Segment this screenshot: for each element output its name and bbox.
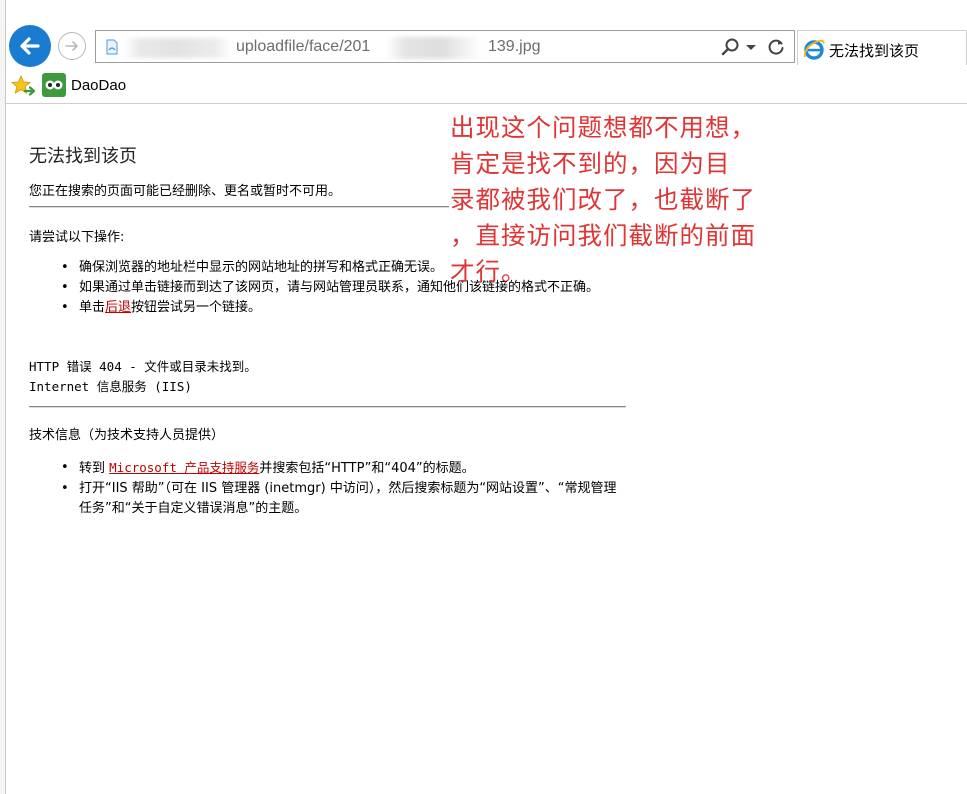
back-button[interactable] [9,25,51,67]
suggestion-prefix: 单击 [79,300,106,315]
daodao-owl-icon[interactable] [42,73,66,97]
redacted-url-segment [124,38,232,58]
divider [29,206,449,208]
browser-chrome: uploadfile/face/201 139.jpg 无法找到该页 DaoDa… [6,0,967,104]
arrow-right-icon [65,41,78,51]
owl-eyes-icon [45,80,63,90]
refresh-icon[interactable] [766,37,786,57]
annotation-line: 肯定是找不到的，因为目 [450,149,731,178]
red-annotation-text: 出现这个问题想都不用想， 肯定是找不到的，因为目 录都被我们改了，也截断了 ，直… [450,110,810,290]
url-text: uploadfile/face/201 [236,38,371,55]
server-line: Internet 信息服务 (IIS) [29,379,192,394]
http-error-line: HTTP 错误 404 - 文件或目录未找到。 [29,359,257,374]
bullet-icon: • [61,460,69,475]
annotation-line: 录都被我们改了，也截断了 [450,185,756,214]
suggestion-text: 确保浏览器的地址栏中显示的网站地址的拼写和格式正确无误。 [79,260,444,275]
bullet-icon: • [61,300,69,315]
annotation-line: ，直接访问我们截断的前面 [450,221,756,250]
microsoft-support-link[interactable]: Microsoft 产品支持服务 [109,460,259,475]
chevron-down-icon[interactable] [744,40,758,54]
browser-tab[interactable]: 无法找到该页 [797,30,967,65]
tech-suffix: 并搜索包括“HTTP”和“404”的标题。 [259,461,475,476]
url-text-end: 139.jpg [488,38,541,55]
background-window-edge [0,0,6,794]
divider [29,406,626,408]
bullet-icon: • [61,481,69,496]
redacted-url-segment [386,37,481,59]
internet-explorer-icon [804,39,825,60]
page-favicon-icon [106,39,118,55]
favorites-star-icon[interactable] [10,73,36,99]
bullet-icon: • [61,280,69,295]
tech-prefix: 转到 [79,461,110,476]
favorite-link-daodao[interactable]: DaoDao [71,77,126,94]
arrow-left-icon [20,37,40,55]
suggestion-suffix: 按钮尝试另一个链接。 [131,300,262,315]
search-icon[interactable] [720,37,740,57]
tech-text: 打开“IIS 帮助”（可在 IIS 管理器 (inetmgr) 中访问），然后搜… [79,481,617,516]
chrome-divider [6,103,967,104]
back-link[interactable]: 后退 [105,300,131,315]
suggestions-heading: 请尝试以下操作: [29,230,125,245]
annotation-line: 才行。 [450,257,527,286]
page-subtitle: 您正在搜索的页面可能已经删除、更名或暂时不可用。 [29,184,342,199]
tech-info-heading: 技术信息（为技术支持人员提供） [29,428,225,443]
tab-title: 无法找到该页 [829,42,920,60]
page-title: 无法找到该页 [29,146,137,167]
forward-button[interactable] [58,32,86,60]
address-bar[interactable]: uploadfile/face/201 139.jpg [95,30,795,63]
tech-info-list: • 转到 Microsoft 产品支持服务并搜索包括“HTTP”和“404”的标题… [59,458,629,519]
bullet-icon: • [61,260,69,275]
annotation-line: 出现这个问题想都不用想， [450,113,756,142]
list-item: • 单击后退按钮尝试另一个链接。 [59,298,629,318]
list-item: • 转到 Microsoft 产品支持服务并搜索包括“HTTP”和“404”的标题… [59,458,629,479]
favorites-bar: DaoDao [6,70,967,102]
list-item: • 打开“IIS 帮助”（可在 IIS 管理器 (inetmgr) 中访问），然后… [59,479,629,519]
